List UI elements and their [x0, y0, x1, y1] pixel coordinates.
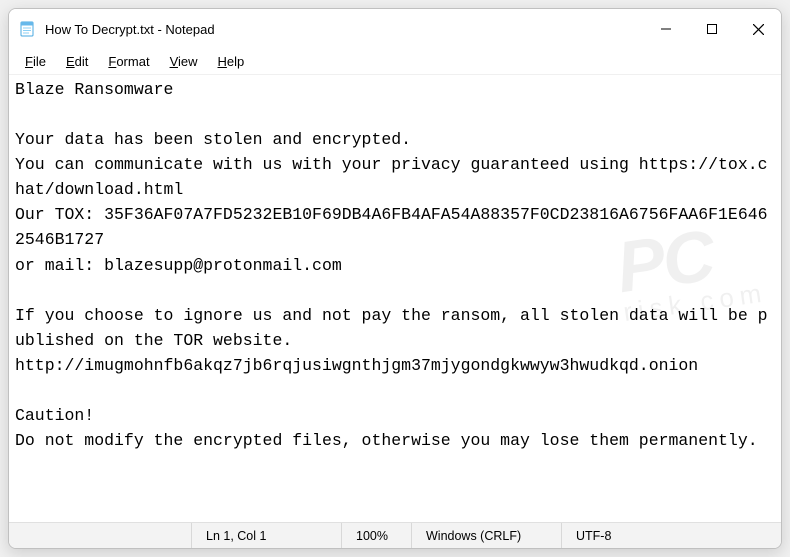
notepad-window: How To Decrypt.txt - Notepad File Edit F… — [8, 8, 782, 549]
status-line-ending: Windows (CRLF) — [411, 523, 561, 548]
text-editor[interactable]: Blaze Ransomware Your data has been stol… — [9, 75, 781, 522]
menu-view[interactable]: View — [160, 52, 208, 71]
minimize-button[interactable] — [643, 9, 689, 49]
menubar: File Edit Format View Help — [9, 49, 781, 75]
menu-help[interactable]: Help — [208, 52, 255, 71]
status-encoding: UTF-8 — [561, 523, 781, 548]
status-spacer — [9, 523, 191, 548]
menu-edit[interactable]: Edit — [56, 52, 98, 71]
titlebar[interactable]: How To Decrypt.txt - Notepad — [9, 9, 781, 49]
menu-file[interactable]: File — [15, 52, 56, 71]
window-title: How To Decrypt.txt - Notepad — [45, 22, 643, 37]
menu-format[interactable]: Format — [98, 52, 159, 71]
window-controls — [643, 9, 781, 49]
close-button[interactable] — [735, 9, 781, 49]
status-line-col: Ln 1, Col 1 — [191, 523, 341, 548]
maximize-button[interactable] — [689, 9, 735, 49]
statusbar: Ln 1, Col 1 100% Windows (CRLF) UTF-8 — [9, 522, 781, 548]
status-zoom: 100% — [341, 523, 411, 548]
notepad-icon — [19, 21, 35, 37]
